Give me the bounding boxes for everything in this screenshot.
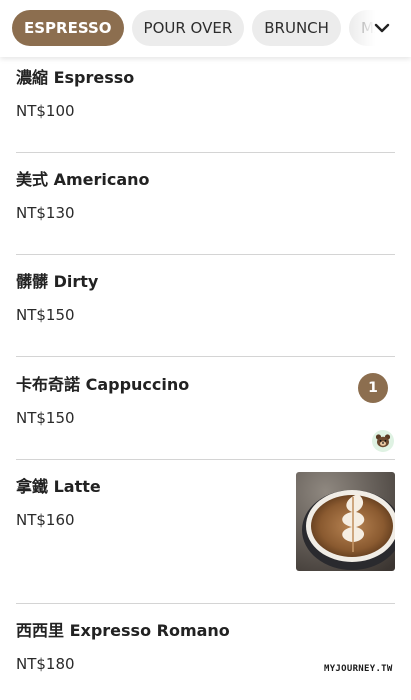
item-price: NT$160 bbox=[16, 511, 75, 529]
chevron-down-icon[interactable] bbox=[371, 17, 393, 39]
divider bbox=[16, 356, 395, 357]
item-name: 西西里 Expresso Romano bbox=[16, 621, 230, 640]
item-price: NT$150 bbox=[16, 306, 75, 324]
bear-icon[interactable] bbox=[372, 430, 394, 452]
category-chip-pour-over[interactable]: POUR OVER bbox=[131, 10, 245, 46]
item-price: NT$150 bbox=[16, 409, 75, 427]
item-price: NT$180 bbox=[16, 655, 75, 673]
quantity-badge: 1 bbox=[358, 373, 388, 403]
item-name: 濃縮 Espresso bbox=[16, 68, 135, 87]
item-price: NT$100 bbox=[16, 102, 75, 120]
item-name: 美式 Americano bbox=[16, 170, 150, 189]
item-name: 拿鐵 Latte bbox=[16, 477, 101, 496]
item-price: NT$130 bbox=[16, 204, 75, 222]
divider bbox=[16, 603, 395, 604]
category-chip-espresso[interactable]: ESPRESSO bbox=[12, 10, 124, 46]
divider bbox=[16, 254, 395, 255]
latte-art-image[interactable] bbox=[296, 472, 395, 571]
divider bbox=[16, 152, 395, 153]
item-name: 卡布奇諾 Cappuccino bbox=[16, 375, 190, 394]
category-bar: ESPRESSOPOUR OVERBRUNCHMA bbox=[0, 0, 411, 57]
divider bbox=[16, 459, 395, 460]
category-chip-brunch[interactable]: BRUNCH bbox=[252, 10, 341, 46]
item-name: 髒髒 Dirty bbox=[16, 272, 99, 291]
category-scroll[interactable]: ESPRESSOPOUR OVERBRUNCHMA bbox=[12, 10, 402, 46]
watermark-text: MYJOURNEY.TW bbox=[324, 664, 393, 674]
